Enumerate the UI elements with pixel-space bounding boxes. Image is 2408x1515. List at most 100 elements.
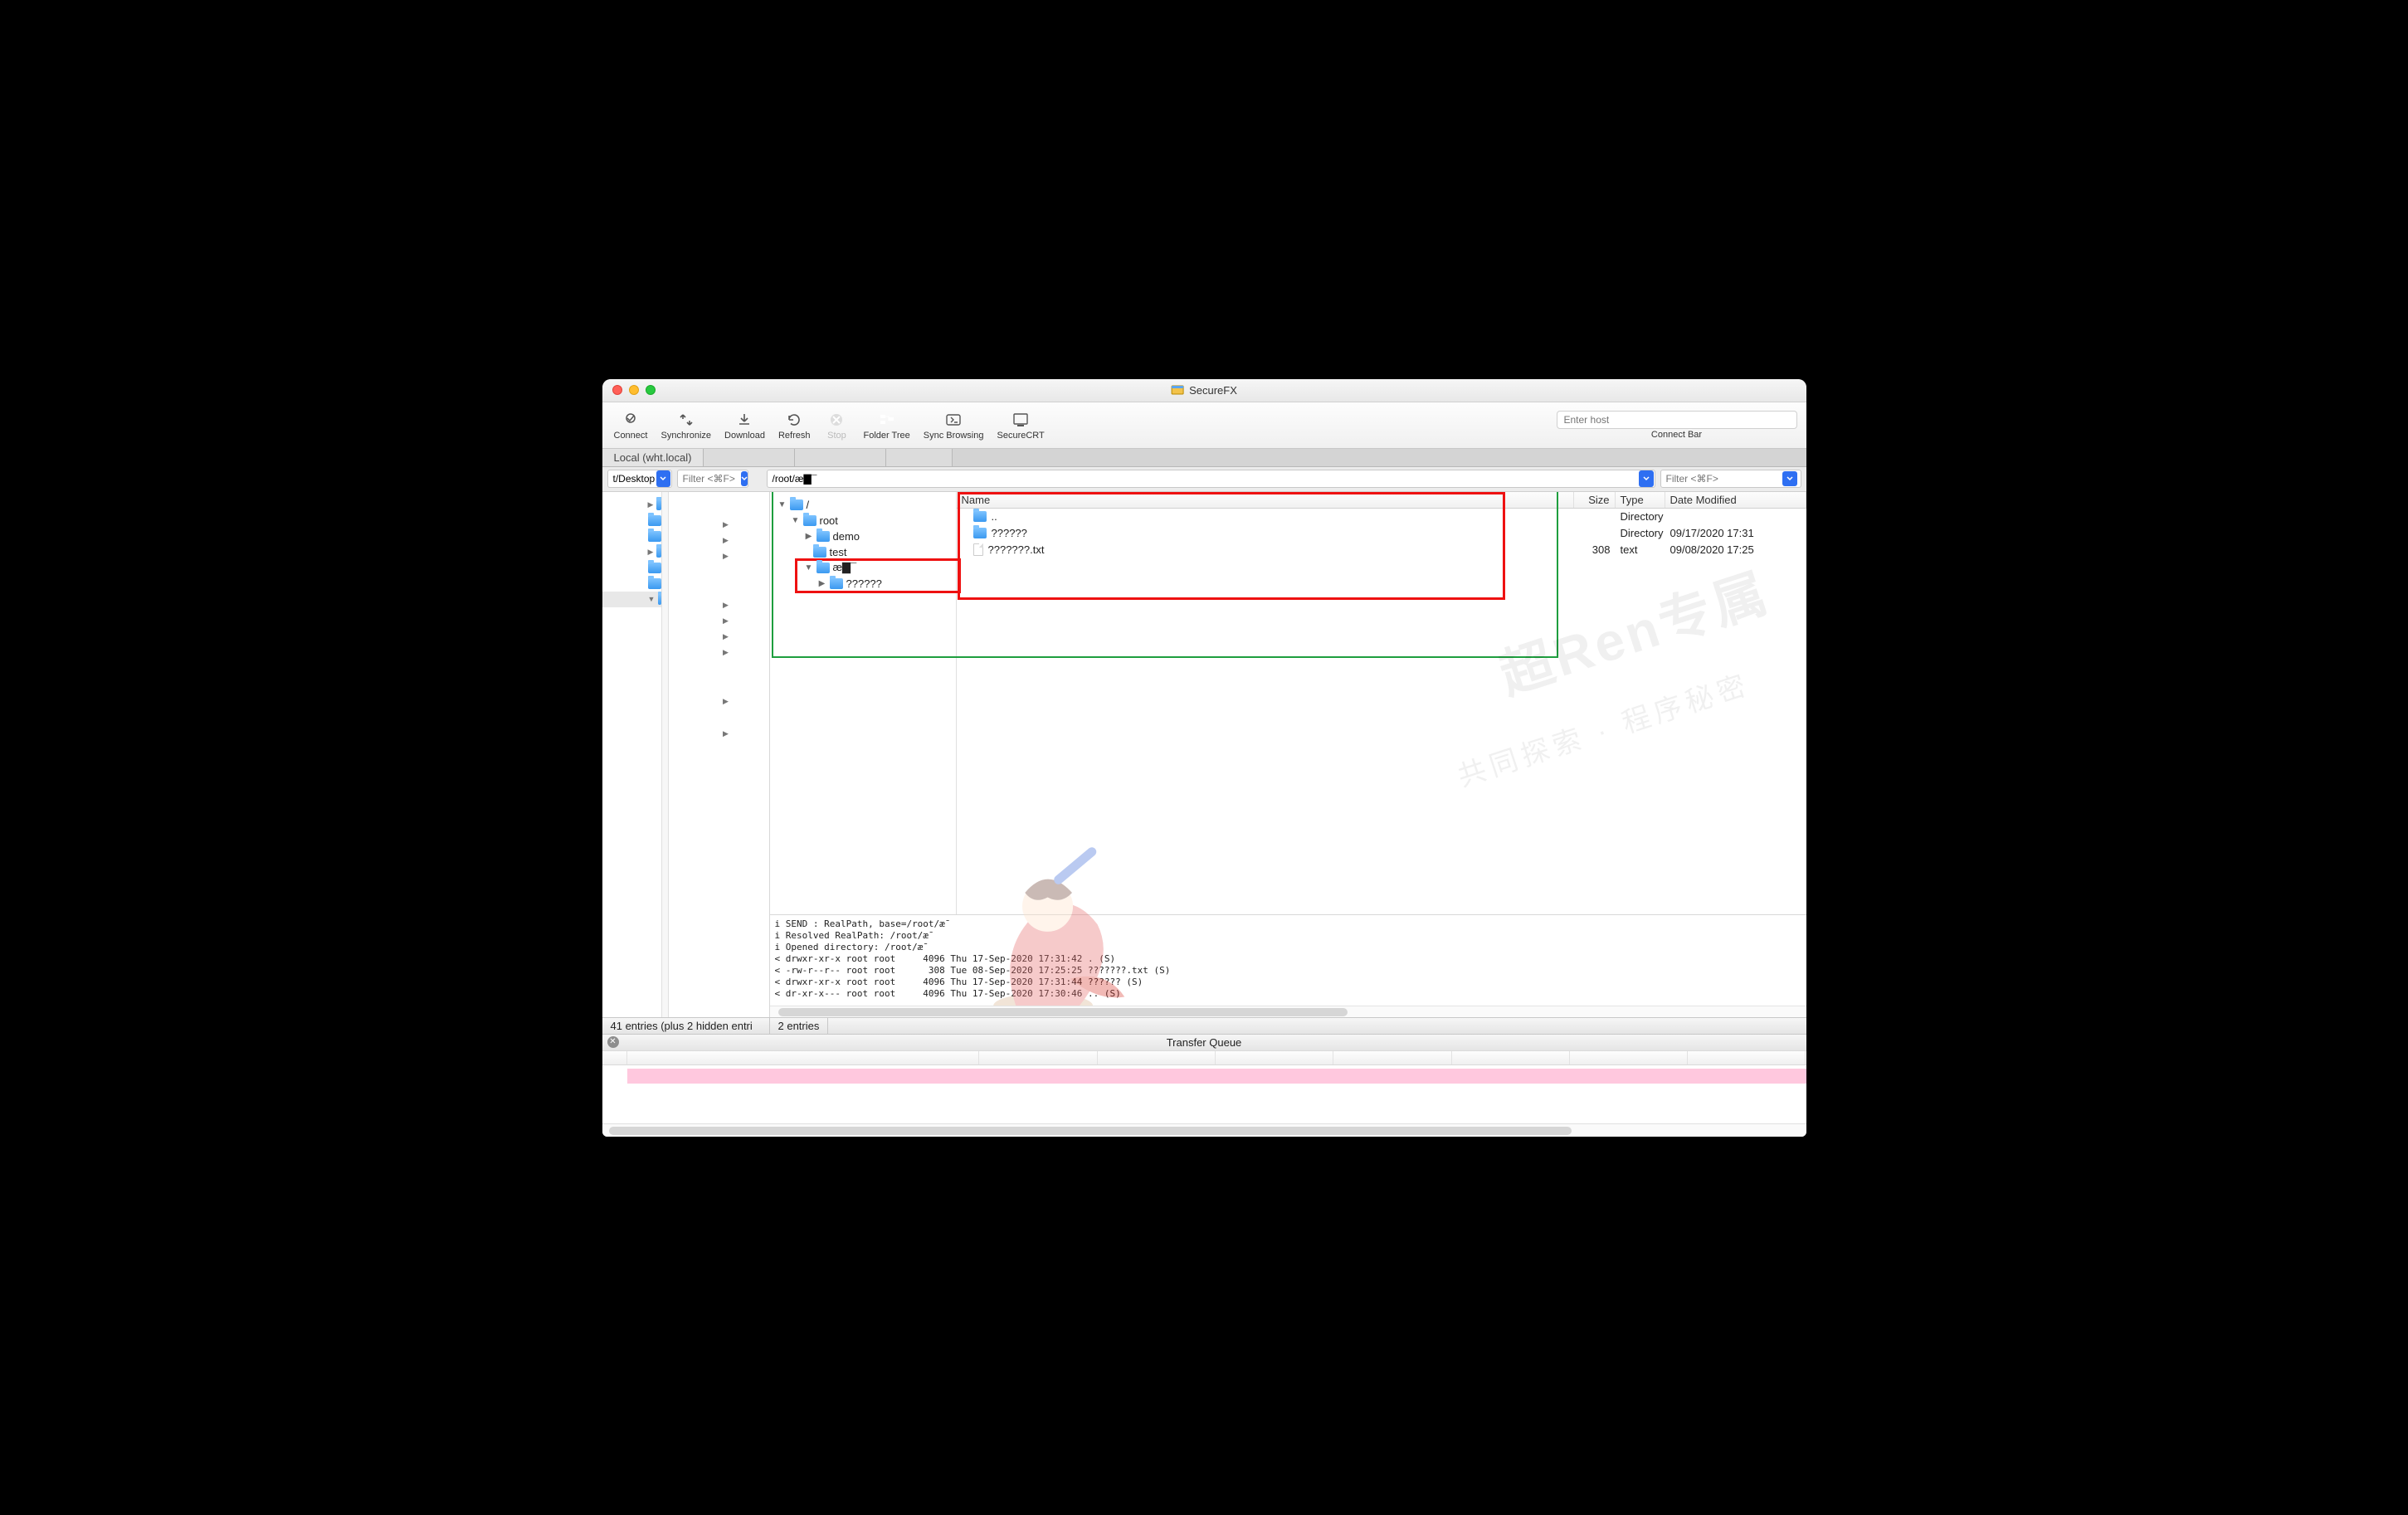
scrollbar-thumb[interactable]: [778, 1008, 1348, 1016]
connect-button[interactable]: Connect: [607, 408, 655, 442]
list-header[interactable]: Name Size Type Date Modified: [957, 492, 1806, 509]
tree-item[interactable]: ▶ demo: [770, 529, 956, 544]
disclosure-triangle-icon[interactable]: ▼: [805, 563, 813, 572]
main-panes: ▶ ▶ ▼ ▶ ▶ ▶ ▶ ▶ ▶ ▶ ▶: [602, 492, 1806, 1017]
tree-item[interactable]: ▼ æ▇¯: [770, 560, 956, 576]
remote-file-list: Name Size Type Date Modified .. Directory…: [957, 492, 1806, 914]
stop-button: Stop: [816, 408, 856, 442]
minimize-window-button[interactable]: [629, 385, 639, 395]
connect-label: Connect: [614, 431, 648, 441]
synchronize-button[interactable]: Synchronize: [654, 408, 718, 442]
sync-browsing-label: Sync Browsing: [924, 431, 984, 441]
remote-pane: 超Ren专属 共同探索 · 程序秘密 ▼ / ▼: [770, 492, 1806, 1017]
folder-tree-label: Folder Tree: [863, 431, 909, 441]
local-filter[interactable]: [677, 470, 748, 488]
disclosure-triangle-icon[interactable]: ▼: [792, 516, 800, 525]
local-filter-input[interactable]: [683, 473, 741, 485]
remote-path-select[interactable]: /root/æ▇¯: [767, 470, 1655, 488]
local-pane: ▶ ▶ ▼ ▶ ▶ ▶ ▶ ▶ ▶ ▶ ▶: [602, 492, 770, 1017]
remote-filter-input[interactable]: [1666, 473, 1782, 485]
tab-remote-2[interactable]: [795, 449, 886, 466]
disclosure-triangle-icon[interactable]: ▶: [818, 579, 826, 588]
transfer-queue-title: Transfer Queue: [1167, 1036, 1242, 1049]
download-label: Download: [724, 431, 765, 441]
transfer-queue-row[interactable]: [627, 1069, 1806, 1084]
synchronize-label: Synchronize: [660, 431, 711, 441]
connect-bar-input[interactable]: [1557, 411, 1797, 429]
horizontal-scrollbar[interactable]: [602, 1123, 1806, 1137]
scrollbar-thumb[interactable]: [609, 1127, 1572, 1135]
tree-item[interactable]: ▼ /: [770, 497, 956, 513]
zoom-window-button[interactable]: [646, 385, 656, 395]
folder-icon: [816, 563, 830, 573]
securecrt-button[interactable]: SecureCRT: [991, 408, 1051, 442]
close-window-button[interactable]: [612, 385, 622, 395]
folder-icon: [656, 499, 660, 510]
tree-item-label: æ▇¯: [833, 561, 857, 574]
window-title: SecureFX: [1189, 384, 1237, 397]
list-row[interactable]: ??????Directory09/17/2020 17:31: [957, 525, 1806, 542]
stop-label: Stop: [827, 431, 846, 441]
close-icon[interactable]: ✕: [607, 1036, 619, 1048]
file-date: 09/17/2020 17:31: [1665, 527, 1806, 539]
file-type: Directory: [1616, 510, 1665, 523]
folder-icon: [658, 594, 660, 605]
sync-browsing-button[interactable]: Sync Browsing: [917, 408, 991, 442]
log-panel[interactable]: i SEND : RealPath, base=/root/æ¯ i Resol…: [770, 914, 1806, 1006]
app-icon: [1171, 383, 1184, 397]
col-date[interactable]: Date Modified: [1665, 492, 1806, 508]
transfer-queue-header: ✕ Transfer Queue: [602, 1034, 1806, 1050]
tree-item-label: test: [830, 546, 847, 558]
tree-item[interactable]: ▼ root: [770, 513, 956, 529]
tree-item[interactable]: test: [770, 544, 956, 560]
list-row[interactable]: .. Directory: [957, 509, 1806, 525]
chevron-down-icon[interactable]: [741, 471, 748, 486]
folder-tree-button[interactable]: Folder Tree: [856, 408, 916, 442]
remote-tree[interactable]: ▼ / ▼ root ▶ demo: [770, 492, 957, 914]
col-size[interactable]: Size: [1574, 492, 1616, 508]
folder-icon: [830, 578, 843, 589]
remote-filter[interactable]: [1660, 470, 1801, 488]
refresh-label: Refresh: [778, 431, 811, 441]
tree-item-label: root: [820, 514, 838, 527]
folder-icon: [813, 547, 826, 558]
file-date: 09/08/2020 17:25: [1665, 543, 1806, 556]
file-size: 308: [1574, 543, 1616, 556]
status-left: 41 entries (plus 2 hidden entri: [602, 1018, 770, 1034]
chevron-down-icon[interactable]: [1782, 471, 1797, 486]
disclosure-triangle-icon[interactable]: ▼: [778, 500, 787, 509]
file-type: text: [1616, 543, 1665, 556]
local-file-list[interactable]: ▶ ▶ ▶ ▶ ▶ ▶ ▶ ▶ ▶: [669, 492, 769, 1017]
horizontal-scrollbar[interactable]: [770, 1006, 1806, 1017]
transfer-queue-body[interactable]: [602, 1065, 1806, 1123]
folder-icon: [648, 515, 661, 526]
splitter[interactable]: [662, 492, 669, 1017]
tab-remote-1[interactable]: [704, 449, 795, 466]
tab-remote-3[interactable]: [886, 449, 953, 466]
local-path-select[interactable]: t/Desktop: [607, 470, 672, 488]
path-filter-row: t/Desktop /root/æ▇¯: [602, 467, 1806, 492]
list-row[interactable]: ???????.txt308text09/08/2020 17:25: [957, 542, 1806, 558]
refresh-button[interactable]: Refresh: [772, 408, 817, 442]
disclosure-triangle-icon[interactable]: ▶: [805, 532, 813, 541]
tree-item[interactable]: ▶ ??????: [770, 576, 956, 592]
securecrt-label: SecureCRT: [997, 431, 1045, 441]
local-tree[interactable]: ▶ ▶ ▼: [602, 492, 662, 1017]
file-name: ??????: [992, 527, 1027, 539]
chevron-down-icon[interactable]: [656, 470, 670, 487]
tree-item-label: /: [807, 499, 810, 511]
folder-icon: [973, 511, 987, 522]
file-icon: [973, 543, 983, 556]
titlebar: SecureFX: [602, 379, 1806, 402]
chevron-down-icon[interactable]: [1639, 470, 1654, 487]
tab-local[interactable]: Local (wht.local): [602, 449, 704, 466]
folder-icon: [648, 578, 661, 589]
folder-icon: [648, 531, 661, 542]
tree-item-label: ??????: [846, 577, 882, 590]
session-tabs: Local (wht.local): [602, 449, 1806, 467]
download-button[interactable]: Download: [718, 408, 772, 442]
transfer-queue-columns[interactable]: [602, 1050, 1806, 1065]
file-name: ..: [992, 510, 997, 523]
col-name[interactable]: Name: [957, 492, 1574, 508]
col-type[interactable]: Type: [1616, 492, 1665, 508]
